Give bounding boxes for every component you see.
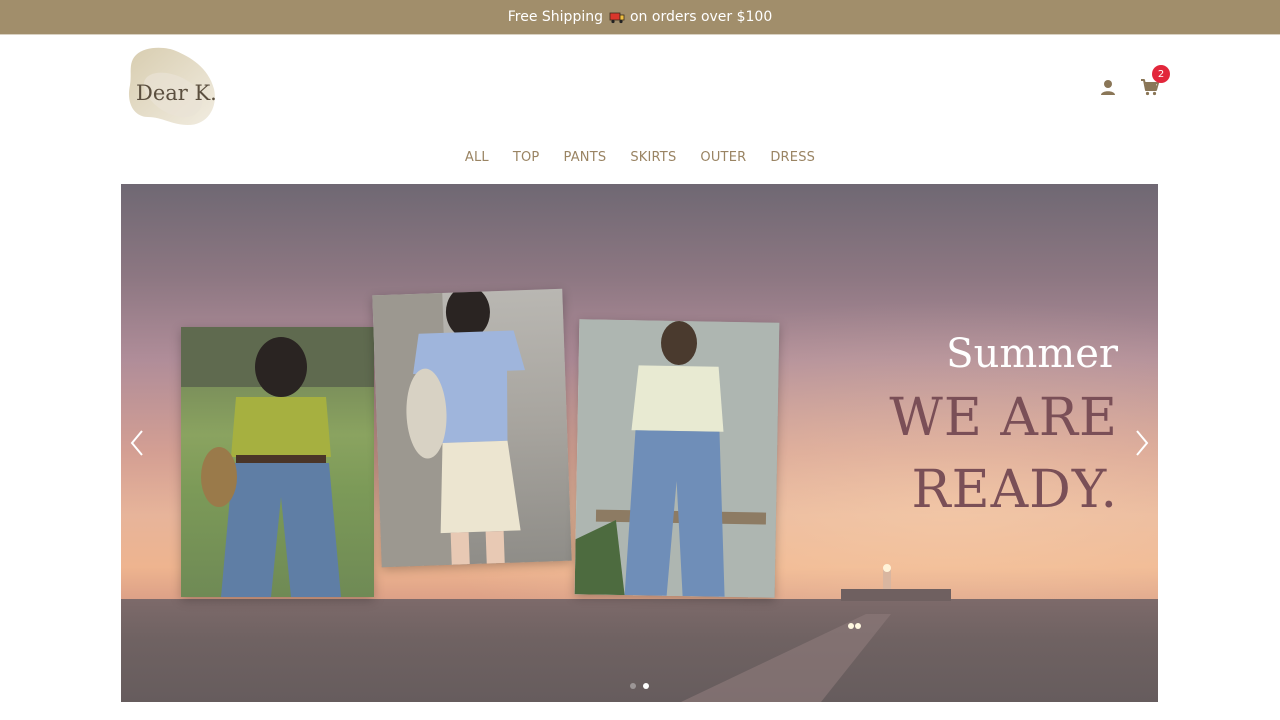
site-header: Dear K. 2 xyxy=(0,35,1280,145)
nav-item-pants[interactable]: PANTS xyxy=(563,150,606,170)
chevron-left-icon xyxy=(130,430,143,456)
hero-title-small: Summer xyxy=(946,331,1118,377)
carousel-dot-active[interactable] xyxy=(643,683,649,689)
carousel-dot[interactable] xyxy=(630,683,636,689)
category-nav: ALL TOP PANTS SKIRTS OUTER DRESS xyxy=(0,150,1280,170)
product-photo-green-top xyxy=(181,327,374,597)
hero-title-line1: WE ARE xyxy=(889,388,1118,448)
cart-count-badge: 2 xyxy=(1152,65,1170,83)
truck-icon xyxy=(609,12,625,24)
carousel-next-button[interactable] xyxy=(1132,426,1152,460)
product-photo-blue-tee xyxy=(372,288,572,568)
user-icon xyxy=(1101,80,1115,95)
nav-item-skirts[interactable]: SKIRTS xyxy=(630,150,676,170)
logo-text: Dear K. xyxy=(136,81,217,105)
hero-title-line2: READY. xyxy=(911,460,1118,520)
header-icons: 2 xyxy=(1098,65,1170,99)
brand-logo[interactable]: Dear K. xyxy=(128,45,218,127)
nav-item-all[interactable]: ALL xyxy=(465,150,489,170)
carousel-dots xyxy=(121,683,1158,689)
announcement-text-end: on orders over $100 xyxy=(629,9,773,25)
hero-carousel[interactable]: Summer WE ARE READY. xyxy=(121,184,1158,702)
product-photo-ivory-top xyxy=(574,319,780,598)
carousel-prev-button[interactable] xyxy=(127,426,147,460)
cart-button[interactable]: 2 xyxy=(1140,65,1170,97)
announcement-text-start: Free Shipping xyxy=(507,9,603,25)
account-button[interactable] xyxy=(1098,77,1118,97)
nav-item-top[interactable]: TOP xyxy=(513,150,540,170)
chevron-right-icon xyxy=(1136,430,1149,456)
nav-item-outer[interactable]: OUTER xyxy=(700,150,746,170)
nav-item-dress[interactable]: DRESS xyxy=(770,150,815,170)
announcement-bar: Free Shipping on orders over $100 xyxy=(0,0,1280,35)
hero-headline: Summer WE ARE READY. xyxy=(889,326,1118,526)
